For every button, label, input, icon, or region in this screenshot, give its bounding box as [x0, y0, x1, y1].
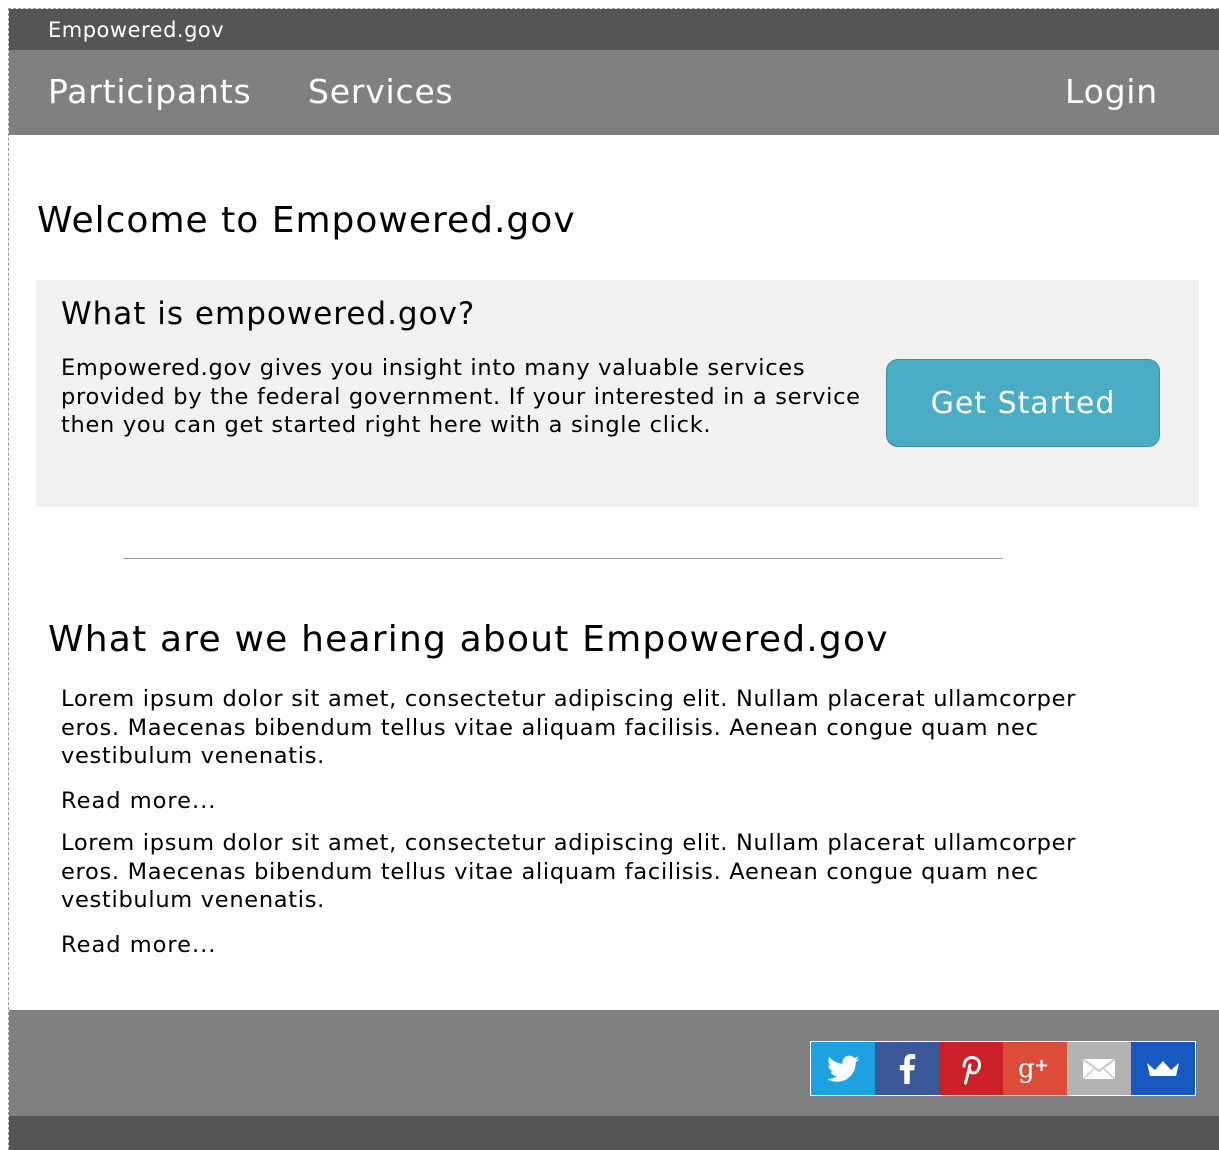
svg-text:+: +: [1034, 1055, 1049, 1076]
section-divider: [124, 558, 1003, 559]
nav-services-link[interactable]: Services: [308, 72, 454, 111]
svg-text:g: g: [1018, 1054, 1035, 1084]
read-more-link[interactable]: Read more...: [61, 788, 216, 814]
site-name: Empowered.gov: [48, 18, 225, 42]
email-share-button[interactable]: [1067, 1042, 1131, 1095]
facebook-icon: [899, 1053, 916, 1084]
read-more-link[interactable]: Read more...: [61, 932, 216, 958]
nav-login-link[interactable]: Login: [1065, 72, 1158, 111]
intro-text: Empowered.gov gives you insight into man…: [61, 355, 861, 438]
twitter-icon: [827, 1055, 859, 1082]
get-started-button[interactable]: Get Started: [886, 359, 1160, 447]
nav-participants-link[interactable]: Participants: [48, 72, 251, 111]
testimonial-text: Lorem ipsum dolor sit amet, consectetur …: [61, 830, 1077, 913]
crown-icon: [1147, 1060, 1179, 1076]
top-bar: Empowered.gov: [9, 9, 1219, 50]
pinterest-icon: [962, 1055, 982, 1084]
email-icon: [1082, 1057, 1116, 1080]
social-share-bar: g +: [810, 1041, 1196, 1096]
testimonials-title: What are we hearing about Empowered.gov: [48, 619, 889, 660]
google-plus-icon: g +: [1018, 1054, 1049, 1084]
intro-title: What is empowered.gov?: [61, 296, 476, 332]
footer: g +: [9, 1010, 1219, 1116]
facebook-share-button[interactable]: [875, 1042, 939, 1095]
testimonial-text: Lorem ipsum dolor sit amet, consectetur …: [61, 686, 1077, 769]
page-frame: [8, 8, 1219, 1150]
page-title: Welcome to Empowered.gov: [37, 200, 576, 241]
intro-panel: What is empowered.gov? Empowered.gov giv…: [36, 280, 1199, 507]
bottom-bar: [9, 1116, 1219, 1150]
google-plus-share-button[interactable]: g +: [1003, 1042, 1067, 1095]
main-nav: Participants Services Login: [9, 50, 1219, 135]
pinterest-share-button[interactable]: [939, 1042, 1003, 1095]
twitter-share-button[interactable]: [811, 1042, 875, 1095]
crown-share-button[interactable]: [1131, 1042, 1195, 1095]
